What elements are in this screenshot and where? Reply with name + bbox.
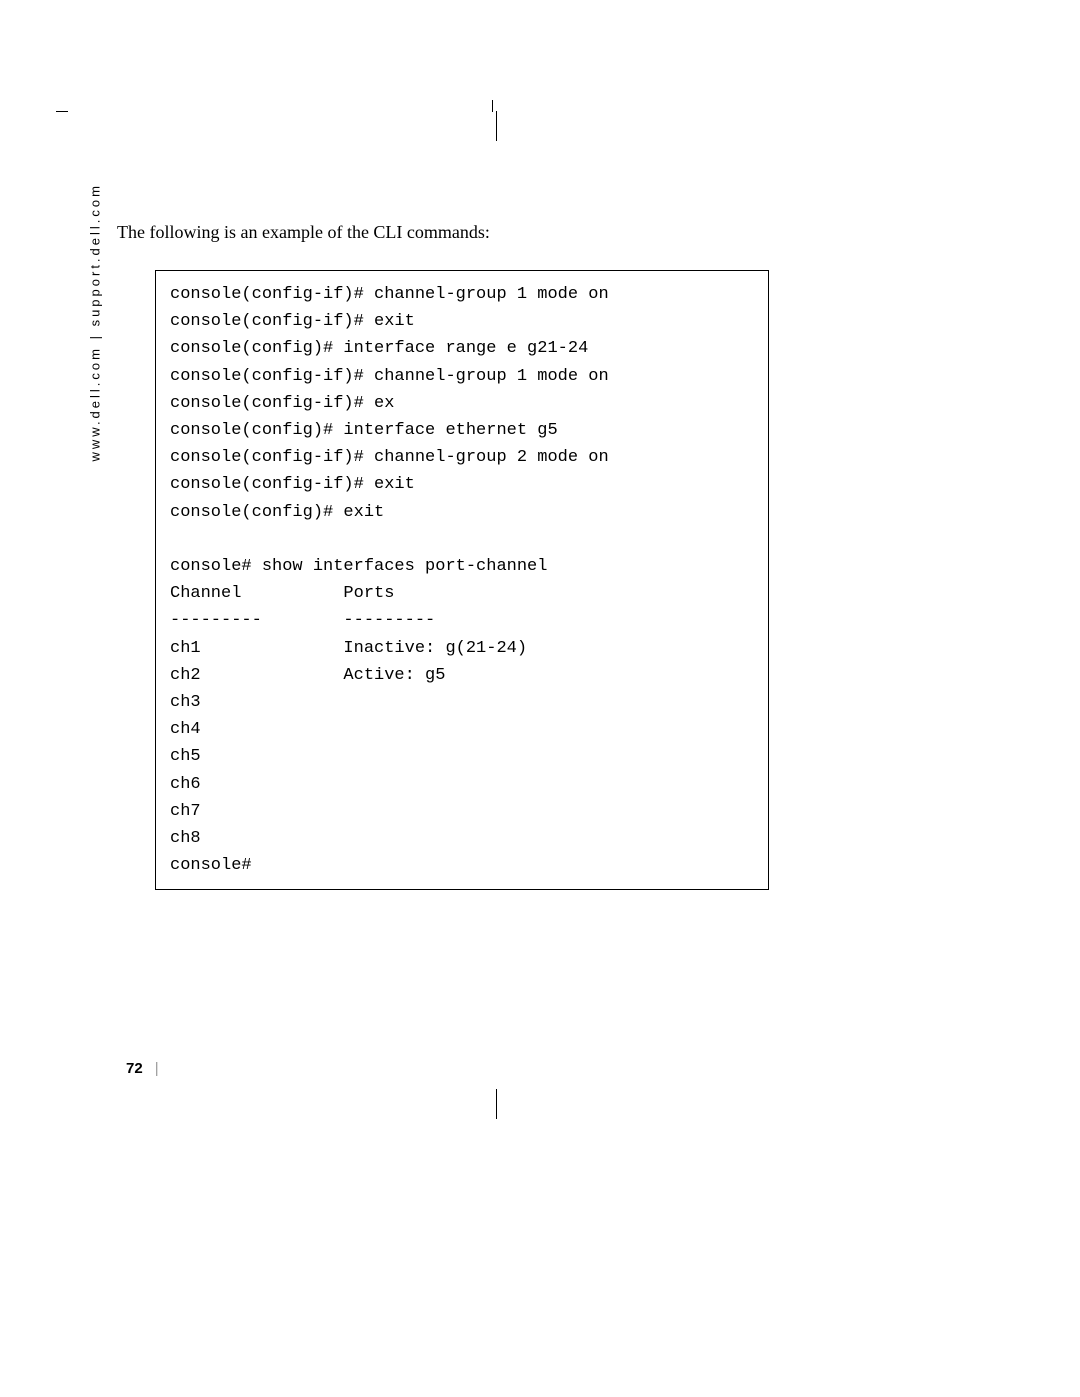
cli-code-block: console(config-if)# channel-group 1 mode…	[155, 270, 769, 890]
code-line: ch1 Inactive: g(21-24)	[170, 639, 527, 658]
code-line: console(config)# exit	[170, 503, 384, 522]
code-line: ch4	[170, 720, 201, 739]
code-line: console(config-if)# exit	[170, 312, 415, 331]
code-line: --------- ---------	[170, 611, 435, 630]
sidebar-url: www.dell.com | support.dell.com	[88, 183, 103, 461]
crop-mark	[492, 100, 493, 112]
code-line: ch3	[170, 693, 201, 712]
code-line: console# show interfaces port-channel	[170, 557, 547, 576]
crop-marks-top	[56, 111, 1080, 141]
code-line: console(config)# interface ethernet g5	[170, 421, 558, 440]
code-line: console#	[170, 856, 252, 875]
page-number-value: 72	[126, 1060, 143, 1077]
code-line: Channel Ports	[170, 584, 394, 603]
code-line: ch2 Active: g5	[170, 666, 445, 685]
crop-mark	[496, 111, 497, 141]
code-line: ch8	[170, 829, 201, 848]
crop-mark	[496, 1089, 497, 1119]
code-line: console(config)# interface range e g21-2…	[170, 339, 588, 358]
crop-mark	[56, 111, 68, 112]
code-line: ch5	[170, 747, 201, 766]
code-line: ch6	[170, 775, 201, 794]
code-line: console(config-if)# exit	[170, 475, 415, 494]
code-line: ch7	[170, 802, 201, 821]
page-number: 72 |	[126, 1060, 159, 1077]
code-line: console(config-if)# channel-group 1 mode…	[170, 285, 609, 304]
code-line: console(config-if)# channel-group 2 mode…	[170, 448, 609, 467]
code-line: console(config-if)# ex	[170, 394, 394, 413]
page-separator: |	[155, 1060, 159, 1077]
code-line: console(config-if)# channel-group 1 mode…	[170, 367, 609, 386]
intro-paragraph: The following is an example of the CLI c…	[117, 222, 490, 243]
